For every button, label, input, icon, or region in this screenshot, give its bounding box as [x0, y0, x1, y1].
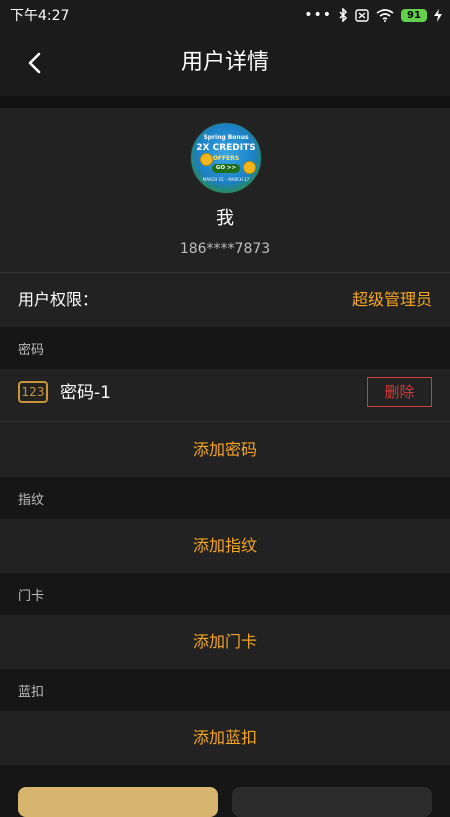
- password-item-name: 密码-1: [60, 383, 111, 403]
- charging-icon: [434, 8, 442, 22]
- spacer: [0, 96, 450, 108]
- chevron-left-icon[interactable]: [22, 46, 52, 80]
- delete-password-button[interactable]: 删除: [367, 377, 432, 407]
- status-time: 下午4:27: [10, 8, 70, 24]
- profile-card: Spring Bonus 2X CREDITS OFFERS GO >> MAR…: [0, 108, 450, 272]
- wifi-icon: [376, 8, 394, 22]
- section-header-card: 门卡: [0, 573, 450, 615]
- bottom-primary-button[interactable]: [18, 787, 218, 817]
- user-name: 我: [216, 208, 234, 229]
- section-label-bluetooth-key: 蓝扣: [18, 685, 45, 700]
- coin-icon: [200, 153, 213, 166]
- avatar-text-1: Spring Bonus: [203, 134, 249, 141]
- section-header-bluetooth-key: 蓝扣: [0, 669, 450, 711]
- avatar-go-badge: GO >>: [212, 164, 240, 173]
- section-header-password: 密码: [0, 327, 450, 369]
- add-card-button[interactable]: 添加门卡: [0, 615, 450, 669]
- permission-label: 用户权限：: [18, 290, 99, 309]
- bottom-secondary-button[interactable]: [232, 787, 432, 817]
- avatar-text-4: MARCH 15 – MARCH 17: [202, 177, 250, 182]
- permission-row[interactable]: 用户权限： 超级管理员: [0, 273, 450, 327]
- status-icons: ••• 91: [304, 7, 442, 23]
- battery-icon: 91: [401, 8, 427, 22]
- page-title: 用户详情: [180, 50, 269, 75]
- user-phone: 186****7873: [179, 241, 271, 257]
- add-fingerprint-button[interactable]: 添加指纹: [0, 519, 450, 573]
- password-123-icon: 123: [18, 381, 48, 403]
- no-sim-icon: [355, 8, 369, 22]
- coin-icon: [243, 161, 256, 174]
- section-label-password: 密码: [18, 343, 45, 358]
- status-bar: 下午4:27 ••• 91: [0, 0, 450, 30]
- section-label-card: 门卡: [18, 589, 45, 604]
- password-item[interactable]: 123 密码-1 删除: [0, 369, 450, 421]
- section-header-fingerprint: 指纹: [0, 477, 450, 519]
- permission-value: 超级管理员: [351, 290, 432, 309]
- avatar[interactable]: Spring Bonus 2X CREDITS OFFERS GO >> MAR…: [190, 122, 262, 194]
- section-label-fingerprint: 指纹: [18, 493, 45, 508]
- more-dots-icon: •••: [304, 7, 332, 23]
- avatar-text-2: 2X CREDITS: [196, 143, 256, 153]
- add-password-button[interactable]: 添加密码: [0, 422, 450, 477]
- bluetooth-icon: [339, 8, 348, 22]
- header: 用户详情: [0, 30, 450, 96]
- add-bluetooth-key-button[interactable]: 添加蓝扣: [0, 711, 450, 765]
